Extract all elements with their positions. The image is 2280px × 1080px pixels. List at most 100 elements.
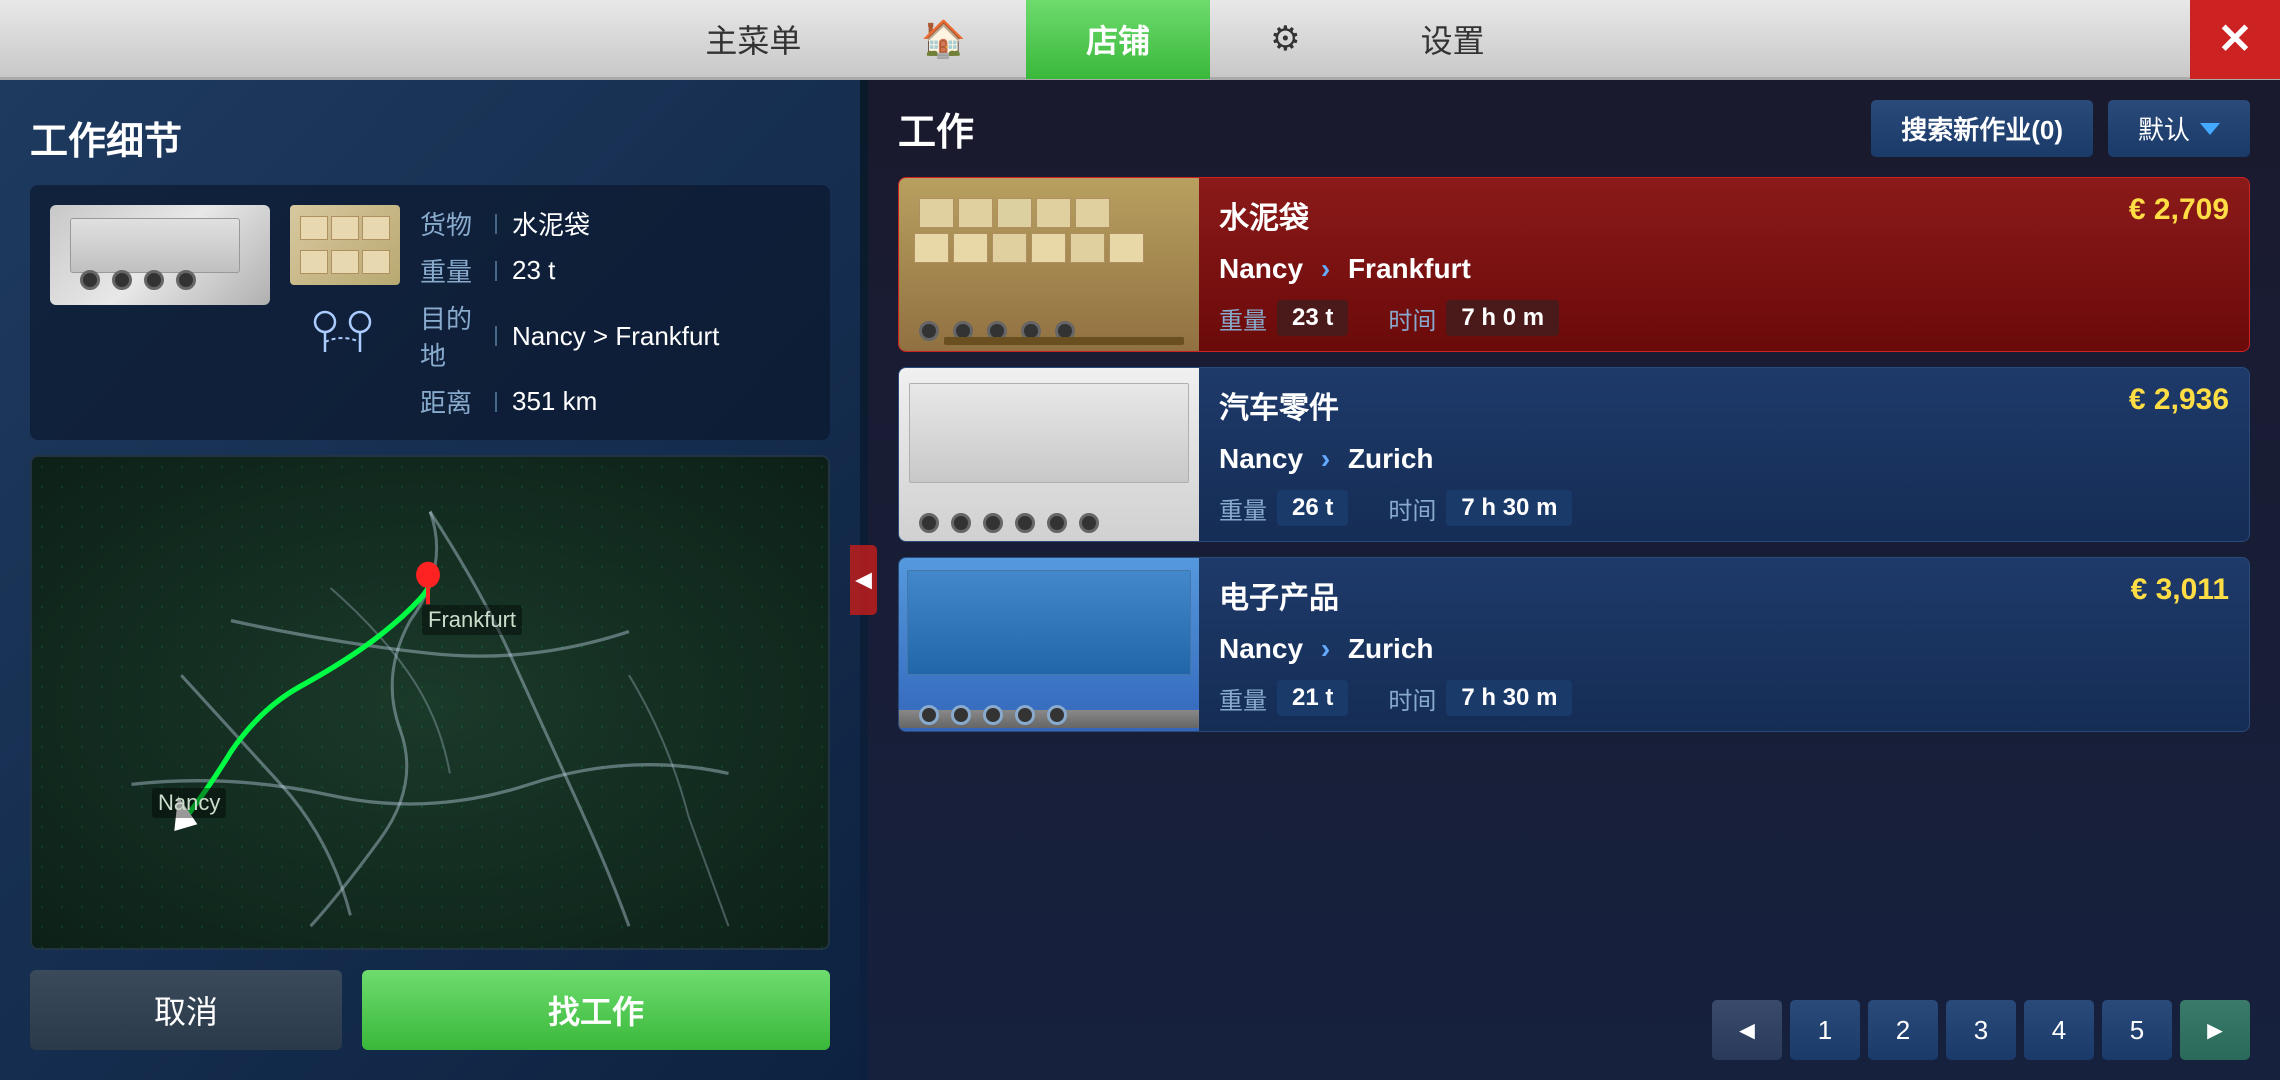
divider	[495, 214, 497, 234]
cargo-labels: 货物 水泥袋 重量 23 t	[420, 205, 590, 289]
shop-label: 店铺	[1086, 16, 1150, 62]
destination-labels: 目的地 Nancy > Frankfurt 距离 351 km	[420, 299, 719, 420]
job-card-1[interactable]: 水泥袋 € 2,709 Nancy › Frankfurt 重量 23 t	[898, 177, 2250, 352]
route-arrow-3: ›	[1321, 633, 1330, 664]
to-city-1: Frankfurt	[1348, 253, 1471, 284]
job-card-image-2	[899, 368, 1199, 542]
destination-label: 目的地	[420, 299, 480, 373]
destination-info-row: 目的地 Nancy > Frankfurt 距离 351 km	[290, 299, 810, 420]
default-sort-label: 默认	[2138, 110, 2190, 147]
job-route-1: Nancy › Frankfurt	[1219, 253, 2229, 285]
page-5-button[interactable]: 5	[2102, 1000, 2172, 1060]
cargo-details: 货物 水泥袋 重量 23 t	[290, 205, 810, 420]
weight-detail-1: 重量 23 t	[1219, 300, 1348, 336]
nancy-city-name: Nancy	[158, 790, 220, 815]
time-value-2: 7 h 30 m	[1446, 490, 1572, 526]
job-card-top-1: 水泥袋 € 2,709	[1219, 193, 2229, 237]
main-content: 工作细节	[0, 80, 2280, 1080]
nav-items: 主菜单 🏠 店铺 ⚙ 设置	[0, 0, 2190, 79]
cargo-row: 货物 水泥袋	[420, 205, 590, 242]
job-details-panel: 工作细节	[0, 80, 860, 1080]
route-arrow-1: ›	[1321, 253, 1330, 284]
cargo-value: 水泥袋	[512, 205, 590, 242]
weight-value-3: 21 t	[1277, 680, 1348, 716]
time-detail-1: 时间 7 h 0 m	[1388, 300, 1559, 336]
divider4	[495, 392, 497, 412]
nav-gear[interactable]: ⚙	[1210, 0, 1360, 79]
time-label-1: 时间	[1388, 301, 1436, 336]
nav-home[interactable]: 🏠	[861, 0, 1026, 79]
nav-main-menu[interactable]: 主菜单	[645, 0, 861, 79]
search-new-jobs-button[interactable]: 搜索新作业(0)	[1871, 100, 2093, 157]
weight-value-2: 26 t	[1277, 490, 1348, 526]
cargo-image	[290, 205, 400, 285]
job-card-top-3: 电子产品 € 3,011	[1219, 573, 2229, 617]
cancel-button[interactable]: 取消	[30, 970, 342, 1050]
job-price-3: € 3,011	[2131, 573, 2229, 607]
top-navigation: 主菜单 🏠 店铺 ⚙ 设置 ✕	[0, 0, 2280, 80]
distance-label: 距离	[420, 383, 480, 420]
next-page-button[interactable]: ►	[2180, 1000, 2250, 1060]
default-sort-button[interactable]: 默认	[2108, 100, 2250, 157]
job-card-image-1	[899, 178, 1199, 352]
time-detail-2: 时间 7 h 30 m	[1388, 490, 1572, 526]
job-list: 水泥袋 € 2,709 Nancy › Frankfurt 重量 23 t	[898, 177, 2250, 985]
page-3-button[interactable]: 3	[1946, 1000, 2016, 1060]
from-city-3: Nancy	[1219, 633, 1303, 664]
close-button[interactable]: ✕	[2190, 0, 2280, 79]
close-icon: ✕	[2217, 14, 2252, 63]
job-card-3[interactable]: 电子产品 € 3,011 Nancy › Zurich 重量 21 t	[898, 557, 2250, 732]
pagination: ◄ 1 2 3 4 5 ►	[898, 1000, 2250, 1060]
cargo-name-1: 水泥袋	[1219, 193, 1309, 237]
job-card-image-3	[899, 558, 1199, 732]
destination-row: 目的地 Nancy > Frankfurt	[420, 299, 719, 373]
distance-row: 距离 351 km	[420, 383, 719, 420]
job-route-3: Nancy › Zurich	[1219, 633, 2229, 665]
job-price-1: € 2,709	[2129, 193, 2229, 227]
divider3	[495, 326, 497, 346]
page-1-button[interactable]: 1	[1790, 1000, 1860, 1060]
job-card-top-2: 汽车零件 € 2,936	[1219, 383, 2229, 427]
weight-value: 23 t	[512, 255, 555, 286]
jobs-title: 工作	[898, 101, 974, 156]
job-card-info-2: 汽车零件 € 2,936 Nancy › Zurich 重量 26 t	[1199, 368, 2249, 541]
map-pin-icon	[290, 299, 400, 369]
to-city-3: Zurich	[1348, 633, 1434, 664]
weight-label-1: 重量	[1219, 301, 1267, 336]
time-detail-3: 时间 7 h 30 m	[1388, 680, 1572, 716]
frankfurt-city-name: Frankfurt	[428, 607, 516, 632]
job-details-row-1: 重量 23 t 时间 7 h 0 m	[1219, 300, 2229, 336]
job-card-2[interactable]: 汽车零件 € 2,936 Nancy › Zurich 重量 26 t	[898, 367, 2250, 542]
time-label-3: 时间	[1388, 681, 1436, 716]
find-job-button[interactable]: 找工作	[362, 970, 830, 1050]
job-details-title: 工作细节	[30, 110, 830, 165]
home-icon: 🏠	[921, 18, 966, 60]
time-value-1: 7 h 0 m	[1446, 300, 1559, 336]
weight-label-3: 重量	[1219, 681, 1267, 716]
route-arrow-2: ›	[1321, 443, 1330, 474]
frankfurt-label: Frankfurt	[422, 605, 522, 635]
job-card-info-1: 水泥袋 € 2,709 Nancy › Frankfurt 重量 23 t	[1199, 178, 2249, 351]
jobs-controls: 搜索新作业(0) 默认	[1871, 100, 2250, 157]
page-4-button[interactable]: 4	[2024, 1000, 2094, 1060]
panel-left-arrow[interactable]: ◄	[850, 545, 878, 615]
time-label-2: 时间	[1388, 491, 1436, 526]
weight-detail-2: 重量 26 t	[1219, 490, 1348, 526]
page-2-button[interactable]: 2	[1868, 1000, 1938, 1060]
jobs-panel: 工作 搜索新作业(0) 默认	[868, 80, 2280, 1080]
weight-row: 重量 23 t	[420, 252, 590, 289]
weight-label: 重量	[420, 252, 480, 289]
to-city-2: Zurich	[1348, 443, 1434, 474]
prev-page-button[interactable]: ◄	[1712, 1000, 1782, 1060]
panel-separator: ◄	[860, 80, 868, 1080]
main-menu-label: 主菜单	[705, 16, 801, 62]
nav-settings[interactable]: 设置	[1361, 0, 1545, 79]
cargo-info-row: 货物 水泥袋 重量 23 t	[290, 205, 810, 289]
weight-detail-3: 重量 21 t	[1219, 680, 1348, 716]
nancy-label: Nancy	[152, 788, 226, 818]
route-map: Frankfurt Nancy	[30, 455, 830, 950]
job-price-2: € 2,936	[2129, 383, 2229, 417]
job-info-area: 货物 水泥袋 重量 23 t	[30, 185, 830, 440]
nav-shop[interactable]: 店铺	[1026, 0, 1210, 79]
divider2	[495, 261, 497, 281]
